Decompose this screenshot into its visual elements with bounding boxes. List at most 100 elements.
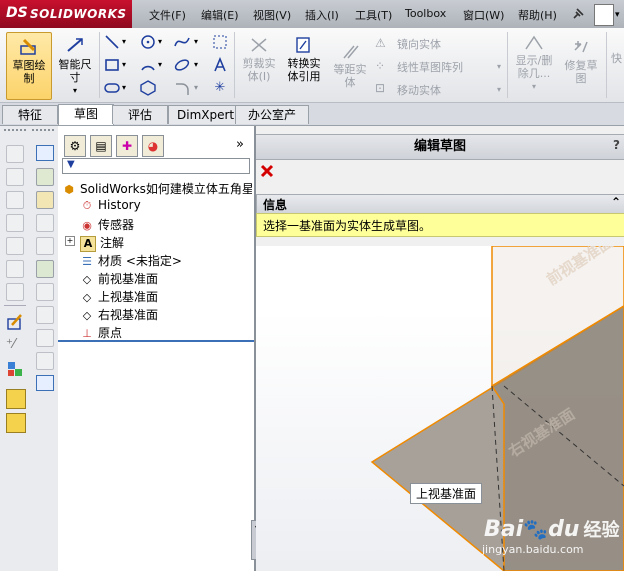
layout-icon[interactable] bbox=[36, 375, 54, 391]
sweep-icon[interactable] bbox=[6, 191, 24, 209]
move-entities-button[interactable]: 移动实体 bbox=[397, 82, 441, 98]
table-icon[interactable] bbox=[36, 145, 54, 161]
help-icon[interactable]: ? bbox=[613, 138, 620, 152]
close-icon[interactable] bbox=[260, 164, 274, 178]
view-icon[interactable] bbox=[36, 352, 54, 370]
menu-edit[interactable]: 编辑(E) bbox=[201, 7, 239, 23]
linear-pattern-button[interactable]: 线性草图阵列 bbox=[397, 59, 463, 75]
point-icon[interactable]: ✳ bbox=[212, 80, 228, 96]
curves-icon[interactable] bbox=[36, 306, 54, 324]
fillet-feature-icon[interactable] bbox=[6, 283, 24, 301]
smart-dimension-button[interactable]: 智能尺 寸 ▾ bbox=[54, 32, 96, 98]
sheet-metal-icon[interactable] bbox=[36, 283, 54, 301]
tree-item-material[interactable]: ☰ 材质 <未指定> bbox=[80, 252, 182, 269]
configuration-manager-tab-icon[interactable]: ✚ bbox=[116, 135, 138, 157]
tab-dimxpert[interactable]: DimXpert bbox=[168, 105, 236, 124]
loft-icon[interactable] bbox=[6, 214, 24, 232]
edit-sketch-icon[interactable] bbox=[6, 313, 24, 331]
ellipse-dropdown-icon[interactable]: ▾ bbox=[194, 60, 198, 69]
polygon-icon[interactable] bbox=[140, 80, 156, 96]
slot-dropdown-icon[interactable]: ▾ bbox=[122, 83, 126, 92]
tree-item-annotations[interactable]: A 注解 bbox=[80, 234, 124, 252]
tab-evaluate[interactable]: 评估 bbox=[112, 105, 168, 124]
smart-dimension-side-icon[interactable]: ⁺⁄ bbox=[6, 337, 24, 355]
mirror-entities-button[interactable]: 镜向实体 bbox=[397, 36, 441, 52]
collapse-icon[interactable]: ⌃ bbox=[611, 195, 621, 209]
relations-side-icon[interactable] bbox=[6, 360, 24, 378]
rectangle-dropdown-icon[interactable]: ▾ bbox=[122, 60, 126, 69]
fillet-dropdown-icon[interactable]: ▾ bbox=[194, 83, 198, 92]
circle-dropdown-icon[interactable]: ▾ bbox=[158, 37, 162, 46]
display-manager-tab-icon[interactable]: ◕ bbox=[142, 135, 164, 157]
pin-icon[interactable] bbox=[570, 6, 586, 22]
instant3d-icon[interactable] bbox=[6, 389, 26, 409]
display-delete-dropdown-icon[interactable]: ▾ bbox=[510, 80, 558, 93]
fillet-icon[interactable] bbox=[174, 80, 190, 96]
property-manager-tab-icon[interactable]: ▤ bbox=[90, 135, 112, 157]
linear-pattern-dropdown-icon[interactable]: ▾ bbox=[497, 62, 501, 71]
revolve-boss-icon[interactable] bbox=[6, 168, 24, 186]
mold-icon[interactable] bbox=[36, 214, 54, 232]
menu-file[interactable]: 文件(F) bbox=[149, 7, 186, 23]
trim-entities-button[interactable]: 剪裁实 体(I) bbox=[238, 32, 280, 98]
solidworks-logo[interactable]: DS SOLIDWORKS bbox=[0, 0, 132, 28]
assembly-icon[interactable] bbox=[36, 168, 54, 186]
move-entities-dropdown-icon[interactable]: ▾ bbox=[497, 85, 501, 94]
tree-filter[interactable]: ▼ bbox=[62, 158, 250, 174]
graphics-area[interactable]: 前视基准面 右视基准面 上视基准面 Bai🐾du 经验 jingyan.baidu… bbox=[256, 246, 624, 571]
rollback-bar[interactable] bbox=[58, 340, 254, 342]
quick-snaps-button[interactable]: 快 bbox=[611, 50, 622, 66]
tab-office-products[interactable]: 办公室产品 bbox=[235, 105, 309, 140]
line-icon[interactable] bbox=[104, 34, 120, 50]
expand-tabs-icon[interactable]: » bbox=[236, 137, 244, 152]
menu-view[interactable]: 视图(V) bbox=[253, 7, 291, 23]
line-dropdown-icon[interactable]: ▾ bbox=[122, 37, 126, 46]
quick-snap-icon[interactable] bbox=[6, 413, 26, 433]
slot-icon[interactable] bbox=[104, 80, 120, 96]
rectangle-icon[interactable] bbox=[104, 57, 120, 73]
tree-item-sensors[interactable]: ◉ 传感器 bbox=[80, 216, 134, 233]
toolbar-grip[interactable] bbox=[4, 129, 26, 134]
tree-item-history[interactable]: ⏱ History bbox=[80, 198, 141, 213]
new-dropdown-icon[interactable]: ▾ bbox=[615, 10, 620, 20]
ellipse-icon[interactable] bbox=[174, 57, 190, 73]
circle-icon[interactable] bbox=[140, 34, 156, 50]
sketch-button[interactable]: 草图绘制 bbox=[6, 32, 52, 100]
menu-insert[interactable]: 插入(I) bbox=[305, 7, 339, 23]
tab-features[interactable]: 特征 bbox=[2, 105, 58, 124]
tab-sketch[interactable]: 草图 bbox=[58, 104, 114, 125]
text-icon[interactable] bbox=[212, 56, 228, 73]
tree-item-origin[interactable]: ⊥ 原点 bbox=[80, 324, 122, 341]
sketch-grid-icon[interactable] bbox=[212, 34, 228, 50]
surface-icon[interactable] bbox=[36, 237, 54, 255]
feature-icon[interactable] bbox=[36, 191, 54, 209]
menu-toolbox[interactable]: Toolbox bbox=[405, 7, 446, 20]
extrude-boss-icon[interactable] bbox=[6, 145, 24, 163]
arc-dropdown-icon[interactable]: ▾ bbox=[158, 60, 162, 69]
weldment-icon[interactable] bbox=[36, 260, 54, 278]
repair-sketch-button[interactable]: 修复草 图 bbox=[560, 32, 602, 98]
spline-dropdown-icon[interactable]: ▾ bbox=[194, 37, 198, 46]
offset-entities-button[interactable]: 等距实 体 bbox=[328, 32, 372, 98]
extrude-cut-icon[interactable] bbox=[6, 237, 24, 255]
spline-icon[interactable] bbox=[174, 34, 190, 50]
tree-item-top-plane[interactable]: ◇ 上视基准面 bbox=[80, 288, 158, 305]
tree-root[interactable]: ⬢ SolidWorks如何建模立体五角星 bbox=[62, 180, 252, 197]
expand-annotations-icon[interactable]: + bbox=[65, 236, 75, 246]
new-document-icon[interactable] bbox=[594, 4, 614, 26]
arc-icon[interactable] bbox=[140, 57, 156, 73]
menu-tools[interactable]: 工具(T) bbox=[355, 7, 392, 23]
tree-item-front-plane[interactable]: ◇ 前视基准面 bbox=[80, 270, 158, 287]
toolbar-grip[interactable] bbox=[32, 129, 54, 134]
feature-manager-tab-icon[interactable]: ⚙ bbox=[64, 135, 86, 157]
menu-window[interactable]: 窗口(W) bbox=[463, 7, 504, 23]
top-plane-tag[interactable]: 上视基准面 bbox=[410, 483, 483, 504]
menu-help[interactable]: 帮助(H) bbox=[518, 7, 557, 23]
reference-geometry-icon[interactable] bbox=[36, 329, 54, 347]
display-delete-relations-button[interactable]: 显示/删 除几... ▾ bbox=[510, 32, 558, 98]
revolve-cut-icon[interactable] bbox=[6, 260, 24, 278]
info-group-header[interactable]: 信息 ⌃ bbox=[256, 194, 624, 214]
tree-item-right-plane[interactable]: ◇ 右视基准面 bbox=[80, 306, 158, 323]
smart-dimension-dropdown-icon[interactable]: ▾ bbox=[54, 84, 96, 97]
convert-entities-button[interactable]: 转换实 体引用 bbox=[282, 32, 326, 98]
